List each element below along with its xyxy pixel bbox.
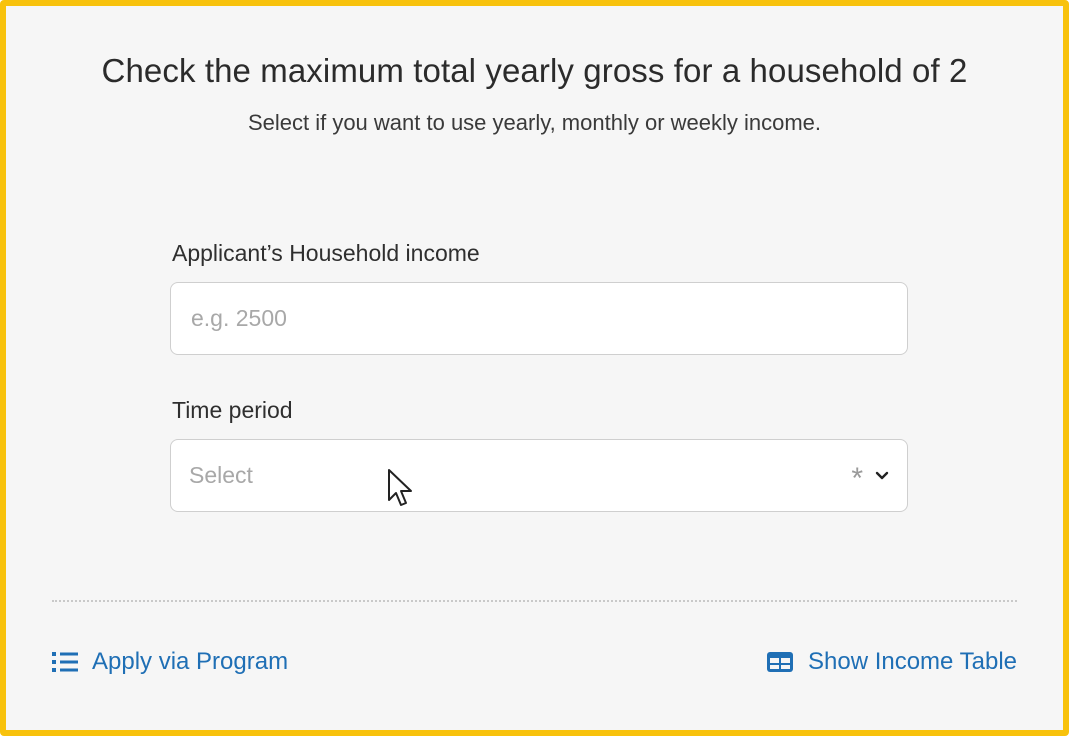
household-income-input[interactable] <box>189 304 889 333</box>
table-icon <box>766 651 794 673</box>
household-income-field[interactable] <box>170 282 908 355</box>
apply-via-program-link[interactable]: Apply via Program <box>52 648 288 676</box>
list-icon <box>52 651 78 673</box>
chevron-down-icon[interactable] <box>875 471 889 481</box>
income-form: Applicant’s Household income Time period… <box>170 238 908 512</box>
page-subtitle: Select if you want to use yearly, monthl… <box>247 110 822 135</box>
footer-divider <box>52 600 1017 602</box>
household-income-label: Applicant’s Household income <box>172 240 480 266</box>
income-check-card: Check the maximum total yearly gross for… <box>12 12 1057 724</box>
time-period-placeholder: Select <box>189 462 253 488</box>
page-title: Check the maximum total yearly gross for… <box>101 52 968 89</box>
required-asterisk-icon: * <box>851 461 863 495</box>
show-income-table-label: Show Income Table <box>807 648 1017 675</box>
apply-via-program-label: Apply via Program <box>92 648 289 675</box>
select-controls: * <box>851 458 889 494</box>
show-income-table-link[interactable]: Show Income Table <box>766 648 1017 676</box>
highlight-frame: Check the maximum total yearly gross for… <box>0 0 1069 736</box>
mouse-cursor-icon <box>387 468 415 513</box>
time-period-label: Time period <box>172 397 293 423</box>
time-period-select[interactable]: Select * <box>170 439 908 512</box>
